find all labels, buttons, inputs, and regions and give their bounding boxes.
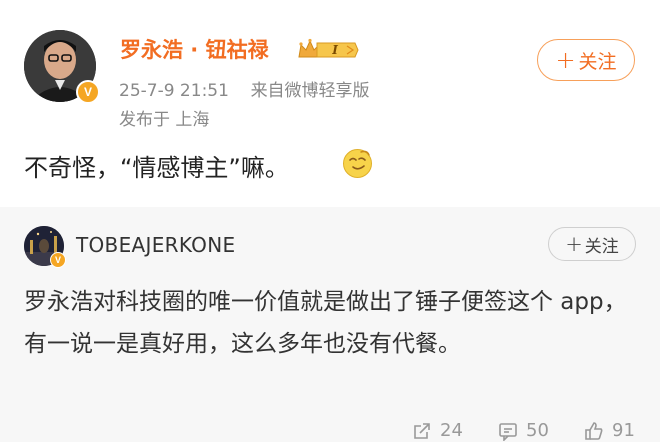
comment-actions: 24 50 91: [0, 420, 660, 442]
post-timestamp: 25-7-9 21:51: [119, 81, 229, 101]
repost-action[interactable]: 24: [412, 420, 463, 441]
post-meta: 25-7-9 21:51 来自微博轻享版: [119, 76, 370, 101]
comment-count: 50: [526, 420, 549, 441]
like-count: 91: [612, 420, 635, 441]
post-content: 不奇怪，“情感博主”嘛。: [24, 154, 289, 182]
post-source[interactable]: 来自微博轻享版: [251, 81, 370, 101]
follow-button[interactable]: + 关注: [537, 39, 635, 81]
comment-icon: [498, 421, 518, 441]
thumbs-up-icon: [584, 421, 604, 441]
svg-text:I: I: [331, 43, 338, 57]
commenter-verified-badge: V: [50, 252, 66, 268]
plus-icon: +: [565, 231, 583, 256]
post-location: 发布于 上海: [119, 110, 210, 130]
follow-button-label: 关注: [578, 50, 617, 73]
verified-badge: V: [76, 80, 100, 104]
weibo-post: V 罗永浩 · 钮祜禄 I 25-7-9 21:51 来自微博轻享版 发布于 上…: [0, 0, 660, 207]
plus-icon: +: [555, 46, 576, 74]
crown-member-icon[interactable]: I: [297, 38, 359, 62]
comment-action[interactable]: 50: [498, 420, 549, 441]
commenter-follow-label: 关注: [584, 236, 619, 257]
repost-icon: [412, 421, 432, 441]
commenter-name[interactable]: TOBEAJERKONE: [76, 233, 235, 257]
author-name[interactable]: 罗永浩 · 钮祜禄: [120, 34, 269, 64]
commenter-follow-button[interactable]: + 关注: [548, 227, 636, 261]
comment-text: 罗永浩对科技圈的唯一价值就是做出了锤子便签这个 app，有一说一是真好用，这么多…: [24, 289, 627, 357]
doge-emoji-icon: [342, 148, 373, 179]
like-action[interactable]: 91: [584, 420, 635, 441]
repost-count: 24: [440, 420, 463, 441]
